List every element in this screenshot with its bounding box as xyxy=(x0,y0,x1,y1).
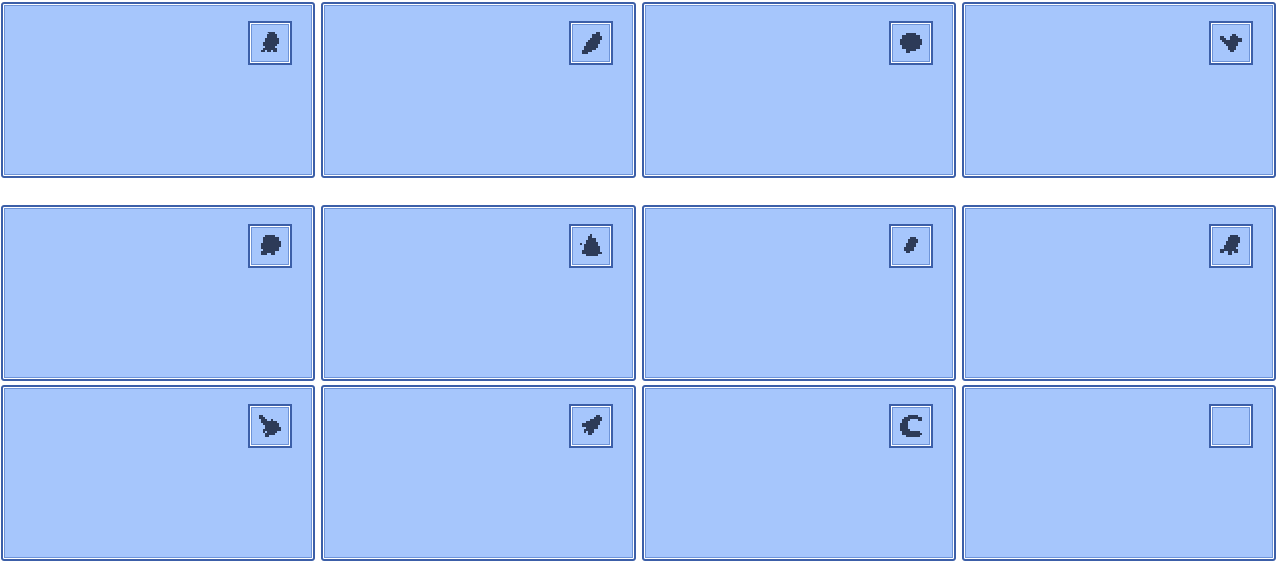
grid-row-2 xyxy=(0,205,1280,383)
collection-slot-12[interactable] xyxy=(961,385,1276,561)
squirrel-silhouette-icon xyxy=(579,234,602,256)
slot-icon-frame xyxy=(1209,224,1253,268)
creature-silhouette-icon xyxy=(261,235,282,255)
slot-icon-frame xyxy=(248,224,293,268)
small-bird-silhouette-icon xyxy=(903,237,918,253)
slot-icon-frame xyxy=(248,21,293,65)
empty-slot-icon xyxy=(1209,404,1253,448)
collection-slot-1[interactable] xyxy=(1,2,316,178)
leaf-silhouette-icon xyxy=(581,32,602,54)
slot-icon-frame xyxy=(568,404,613,448)
frog-silhouette-icon xyxy=(261,32,280,52)
collection-grid xyxy=(0,0,1280,564)
blob-silhouette-icon xyxy=(899,33,922,53)
grid-row-1 xyxy=(0,2,1280,180)
slot-icon-frame xyxy=(568,21,613,65)
collection-slot-7[interactable] xyxy=(641,205,956,381)
collection-slot-11[interactable] xyxy=(641,385,956,561)
bird-silhouette-icon xyxy=(1220,34,1242,52)
worm-silhouette-icon xyxy=(899,415,922,437)
collection-slot-5[interactable] xyxy=(1,205,316,381)
collection-slot-10[interactable] xyxy=(321,385,636,561)
slot-icon-frame xyxy=(1209,21,1253,65)
collection-slot-2[interactable] xyxy=(321,2,636,178)
collection-slot-4[interactable] xyxy=(961,2,1276,178)
slot-icon-frame xyxy=(568,224,613,268)
fish-silhouette-icon xyxy=(581,415,602,435)
collection-slot-9[interactable] xyxy=(1,385,316,561)
collection-slot-6[interactable] xyxy=(321,205,636,381)
dragon-silhouette-icon xyxy=(259,415,282,437)
slot-icon-frame xyxy=(888,21,933,65)
slot-icon-frame xyxy=(248,404,293,448)
monkey-silhouette-icon xyxy=(1220,235,1240,255)
collection-slot-3[interactable] xyxy=(641,2,956,178)
slot-icon-frame xyxy=(888,224,933,268)
grid-row-3 xyxy=(0,385,1280,563)
collection-slot-8[interactable] xyxy=(961,205,1276,381)
slot-icon-frame xyxy=(888,404,933,448)
